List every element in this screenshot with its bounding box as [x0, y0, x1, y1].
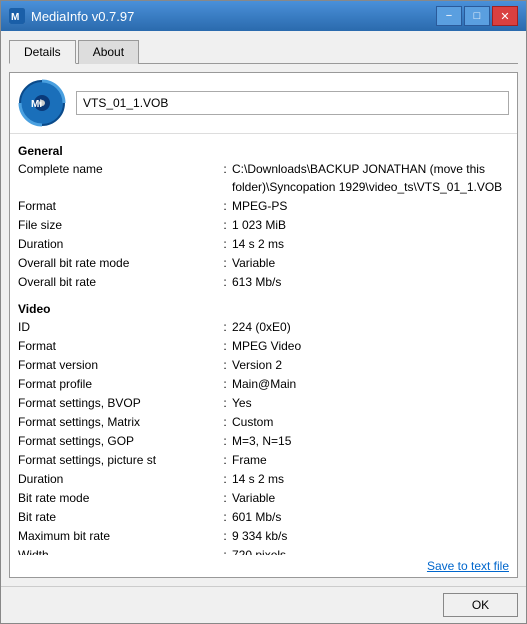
- info-row-overall-bitrate-mode: Overall bit rate mode : Variable: [18, 254, 509, 272]
- label-overall-bitrate-mode: Overall bit rate mode: [18, 254, 218, 272]
- title-bar-buttons: − □ ✕: [436, 6, 518, 26]
- app-icon: M: [9, 8, 25, 24]
- label-bitrate: Bit rate: [18, 508, 218, 526]
- title-bar-left: M MediaInfo v0.7.97: [9, 8, 134, 24]
- info-row-picture-st: Format settings, picture st : Frame: [18, 451, 509, 469]
- svg-text:M: M: [11, 12, 19, 23]
- info-row-format: Format : MPEG-PS: [18, 197, 509, 215]
- value-matrix: Custom: [232, 413, 273, 431]
- label-filesize: File size: [18, 216, 218, 234]
- value-format-profile: Main@Main: [232, 375, 296, 393]
- info-row-format-profile: Format profile : Main@Main: [18, 375, 509, 393]
- value-max-bitrate: 9 334 kb/s: [232, 527, 287, 545]
- value-filesize: 1 023 MiB: [232, 216, 286, 234]
- label-bvop: Format settings, BVOP: [18, 394, 218, 412]
- info-row-overall-bitrate: Overall bit rate : 613 Mb/s: [18, 273, 509, 291]
- value-overall-bitrate: 613 Mb/s: [232, 273, 281, 291]
- value-bitrate: 601 Mb/s: [232, 508, 281, 526]
- info-row-bitrate: Bit rate : 601 Mb/s: [18, 508, 509, 526]
- tab-bar: Details About: [9, 39, 518, 64]
- value-width: 720 pixels: [232, 546, 286, 555]
- label-matrix: Format settings, Matrix: [18, 413, 218, 431]
- info-row-max-bitrate: Maximum bit rate : 9 334 kb/s: [18, 527, 509, 545]
- main-panel: Mi General Complete name : C:\Downloads\…: [9, 72, 518, 578]
- svg-text:Mi: Mi: [31, 99, 42, 110]
- value-picture-st: Frame: [232, 451, 267, 469]
- value-format: MPEG-PS: [232, 197, 287, 215]
- label-width: Width: [18, 546, 218, 555]
- label-duration: Duration: [18, 235, 218, 253]
- value-duration: 14 s 2 ms: [232, 235, 284, 253]
- value-video-format: MPEG Video: [232, 337, 301, 355]
- info-row-id: ID : 224 (0xE0): [18, 318, 509, 336]
- bottom-bar: Save to text file: [10, 555, 517, 577]
- info-row-duration: Duration : 14 s 2 ms: [18, 235, 509, 253]
- value-bitrate-mode: Variable: [232, 489, 275, 507]
- window-title: MediaInfo v0.7.97: [31, 9, 134, 24]
- label-format-version: Format version: [18, 356, 218, 374]
- label-overall-bitrate: Overall bit rate: [18, 273, 218, 291]
- maximize-button[interactable]: □: [464, 6, 490, 26]
- value-format-version: Version 2: [232, 356, 282, 374]
- ok-button[interactable]: OK: [443, 593, 518, 617]
- label-complete-name: Complete name: [18, 160, 218, 196]
- label-max-bitrate: Maximum bit rate: [18, 527, 218, 545]
- close-button[interactable]: ✕: [492, 6, 518, 26]
- main-window: M MediaInfo v0.7.97 − □ ✕ Details About: [0, 0, 527, 624]
- label-id: ID: [18, 318, 218, 336]
- info-row-format-version: Format version : Version 2: [18, 356, 509, 374]
- info-scroll-area[interactable]: General Complete name : C:\Downloads\BAC…: [10, 134, 517, 555]
- label-picture-st: Format settings, picture st: [18, 451, 218, 469]
- value-id: 224 (0xE0): [232, 318, 291, 336]
- minimize-button[interactable]: −: [436, 6, 462, 26]
- info-row-filesize: File size : 1 023 MiB: [18, 216, 509, 234]
- info-row-matrix: Format settings, Matrix : Custom: [18, 413, 509, 431]
- value-video-duration: 14 s 2 ms: [232, 470, 284, 488]
- video-section-header: Video: [18, 302, 509, 316]
- label-format-profile: Format profile: [18, 375, 218, 393]
- content-area: Details About Mi: [1, 31, 526, 586]
- tab-about[interactable]: About: [78, 40, 139, 64]
- title-bar: M MediaInfo v0.7.97 − □ ✕: [1, 1, 526, 31]
- value-overall-bitrate-mode: Variable: [232, 254, 275, 272]
- info-row-video-format: Format : MPEG Video: [18, 337, 509, 355]
- info-row-gop: Format settings, GOP : M=3, N=15: [18, 432, 509, 450]
- file-path-input[interactable]: [76, 91, 509, 115]
- label-gop: Format settings, GOP: [18, 432, 218, 450]
- value-bvop: Yes: [232, 394, 252, 412]
- tab-details[interactable]: Details: [9, 40, 76, 64]
- info-row-bitrate-mode: Bit rate mode : Variable: [18, 489, 509, 507]
- info-row-video-duration: Duration : 14 s 2 ms: [18, 470, 509, 488]
- dialog-bottom: OK: [1, 586, 526, 623]
- info-row-bvop: Format settings, BVOP : Yes: [18, 394, 509, 412]
- file-header: Mi: [10, 73, 517, 134]
- info-row-width: Width : 720 pixels: [18, 546, 509, 555]
- save-to-text-link[interactable]: Save to text file: [427, 559, 509, 573]
- label-bitrate-mode: Bit rate mode: [18, 489, 218, 507]
- mediainfo-icon: Mi: [18, 79, 66, 127]
- value-complete-name: C:\Downloads\BACKUP JONATHAN (move this …: [232, 160, 509, 196]
- general-section-header: General: [18, 144, 509, 158]
- label-video-format: Format: [18, 337, 218, 355]
- label-format: Format: [18, 197, 218, 215]
- label-video-duration: Duration: [18, 470, 218, 488]
- info-row-complete-name: Complete name : C:\Downloads\BACKUP JONA…: [18, 160, 509, 196]
- value-gop: M=3, N=15: [232, 432, 291, 450]
